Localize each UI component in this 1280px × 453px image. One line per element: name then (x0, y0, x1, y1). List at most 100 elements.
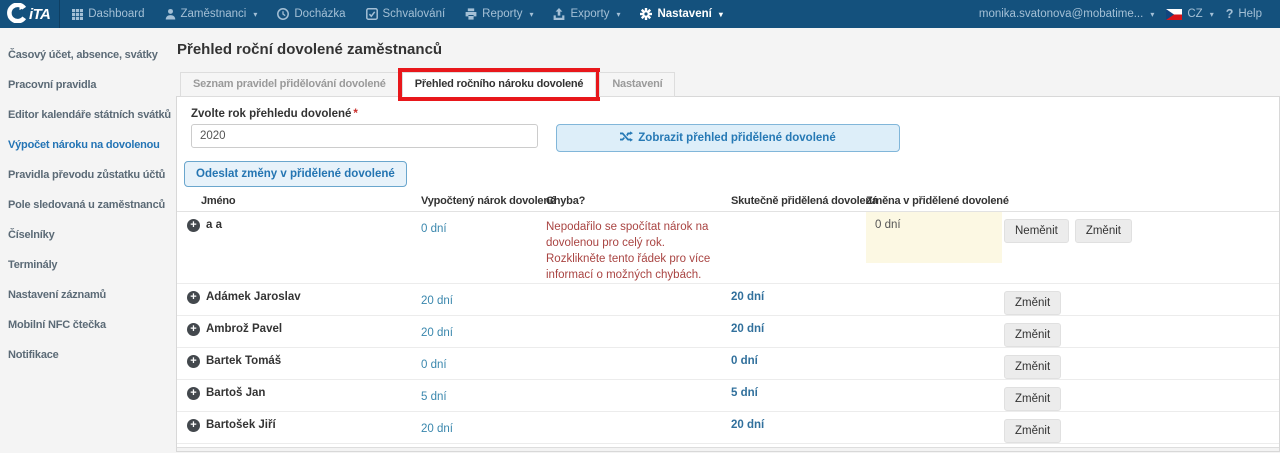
chevron-down-icon: ▾ (1150, 10, 1154, 19)
sidebar-item-enumerations[interactable]: Číselníky (0, 220, 176, 250)
nav-item-settings[interactable]: Nastavení ▾ (630, 0, 732, 28)
change-button[interactable]: Změnit (1004, 291, 1061, 315)
row-buttons: Změnit (1004, 284, 1279, 315)
change-cell (866, 380, 1004, 387)
table-row: + Bartošek Jiří 20 dní 20 dní Změnit (177, 412, 1279, 444)
row-buttons: Změnit (1004, 412, 1279, 443)
row-buttons: Změnit (1004, 316, 1279, 347)
column-header: Chyba? (546, 195, 731, 207)
change-button[interactable]: Změnit (1004, 355, 1061, 379)
tab-annual-entitlement[interactable]: Přehled ročního nároku dovolené (402, 72, 597, 97)
user-email-label: monika.svatonova@mobatime... (979, 8, 1143, 20)
change-button[interactable]: Změnit (1004, 323, 1061, 347)
sidebar-item-notifications[interactable]: Notifikace (0, 340, 176, 370)
gear-icon (640, 8, 652, 20)
nav-item-reports[interactable]: Reporty ▾ (455, 0, 543, 28)
nav-item-label: Reporty (482, 8, 522, 20)
keep-button[interactable]: Neměnit (1004, 219, 1069, 243)
employee-name: Adámek Jaroslav (206, 291, 301, 303)
actual-allocated-value: 0 dní (731, 348, 866, 367)
help-label: Help (1238, 8, 1262, 20)
sidebar: Časový účet, absence, svátkyPracovní pra… (0, 28, 176, 453)
logo-icon (7, 3, 27, 26)
app-logo[interactable]: iTA (0, 0, 60, 28)
tab-panel: ‹ Zvolte rok přehledu dovolené* (176, 96, 1280, 452)
change-button[interactable]: Změnit (1004, 387, 1061, 411)
sidebar-item-record-settings[interactable]: Nastavení záznamů (0, 280, 176, 310)
app-name: iTA (29, 6, 50, 23)
nav-item-label: Dashboard (88, 8, 144, 20)
sidebar-item-work-rules[interactable]: Pracovní pravidla (0, 70, 176, 100)
expand-row-icon[interactable]: + (187, 355, 200, 368)
actual-allocated-value: 20 dní (731, 316, 866, 335)
error-text (546, 348, 731, 355)
employee-name: Bartošek Jiří (206, 419, 276, 431)
change-cell: 0 dní (866, 212, 1002, 263)
nav-item-dashboard[interactable]: Dashboard (62, 0, 154, 28)
expand-row-icon[interactable]: + (187, 451, 200, 452)
table-row: + a a 0 dní Nepodařilo se spočítat nárok… (177, 212, 1279, 284)
expand-row-icon[interactable]: + (187, 219, 200, 232)
row-buttons: Změnit (1004, 380, 1279, 411)
table-body: + a a 0 dní Nepodařilo se spočítat nárok… (177, 212, 1279, 452)
change-button[interactable]: Změnit (1004, 419, 1061, 443)
nav-item-approvals[interactable]: Schvalování (356, 0, 456, 28)
error-text (546, 316, 731, 323)
actual-allocated-value: 20 dní (731, 284, 866, 303)
calculated-entitlement-link[interactable]: 20 dní (421, 327, 453, 339)
user-icon (165, 8, 176, 20)
calculated-entitlement-link[interactable]: 20 dní (421, 423, 453, 435)
calculated-entitlement-link[interactable]: 0 dní (421, 359, 447, 371)
change-button[interactable]: Změnit (1004, 451, 1061, 452)
chevron-down-icon: ▾ (253, 10, 257, 19)
nav-item-exports[interactable]: Exporty ▾ (543, 0, 630, 28)
table-row: + Adámek Jaroslav 20 dní 20 dní Změnit (177, 284, 1279, 316)
expand-row-icon[interactable]: + (187, 387, 200, 400)
sidebar-item-nfc-reader[interactable]: Mobilní NFC čtečka (0, 310, 176, 340)
help-link[interactable]: ? Help (1220, 7, 1268, 21)
chevron-down-icon: ▾ (529, 10, 533, 19)
actual-allocated-value (731, 212, 866, 219)
grid-icon (72, 9, 83, 20)
nav-item-employees[interactable]: Zaměstnanci ▾ (155, 0, 268, 28)
question-icon: ? (1226, 7, 1234, 21)
calculated-entitlement-link[interactable]: 20 dní (421, 295, 453, 307)
calculated-entitlement-link[interactable]: 5 dní (421, 391, 447, 403)
sidebar-item-time-account[interactable]: Časový účet, absence, svátky (0, 40, 176, 70)
employee-name: a a (206, 219, 222, 231)
employee-name: Beneda Boris (206, 451, 280, 452)
sidebar-item-holiday-calendar-editor[interactable]: Editor kalendáře státních svátků (0, 100, 176, 130)
check-icon (366, 8, 378, 20)
column-header: Změna v přidělené dovolené (866, 195, 1004, 207)
change-button[interactable]: Změnit (1075, 219, 1132, 243)
collapse-sidebar-toggle[interactable]: ‹ (176, 163, 177, 184)
sidebar-item-balance-transfer-rules[interactable]: Pravidla převodu zůstatku účtů (0, 160, 176, 190)
vacation-table: Jméno Vypočtený nárok dovolené Chyba? Sk… (177, 193, 1279, 452)
calculated-entitlement-link[interactable]: 0 dní (421, 223, 447, 235)
submit-changes-button[interactable]: Odeslat změny v přidělené dovolené (184, 161, 407, 187)
show-overview-button[interactable]: Zobrazit přehled přidělené dovolené (556, 124, 900, 152)
table-row: + Bartek Tomáš 0 dní 0 dní Změnit (177, 348, 1279, 380)
chevron-down-icon: ▾ (1210, 10, 1214, 19)
change-cell (866, 412, 1004, 419)
printer-icon (465, 8, 477, 20)
sidebar-item-employee-fields[interactable]: Pole sledovaná u zaměstnanců (0, 190, 176, 220)
tab-settings[interactable]: Nastavení (599, 72, 675, 97)
chevron-down-icon: ▾ (616, 10, 620, 19)
expand-row-icon[interactable]: + (187, 323, 200, 336)
year-input[interactable] (191, 124, 538, 148)
error-text: Nepodařilo se spočítat nárok na dovoleno… (546, 212, 731, 283)
column-header: Vypočtený nárok dovolené (421, 195, 546, 207)
expand-row-icon[interactable]: + (187, 419, 200, 432)
language-label: CZ (1187, 8, 1202, 20)
language-menu[interactable]: CZ ▾ (1160, 8, 1219, 20)
chevron-down-icon: ▾ (719, 10, 723, 19)
nav-item-attendance[interactable]: Docházka (267, 0, 355, 28)
sidebar-item-vacation-entitlement[interactable]: Výpočet nároku na dovolenou (0, 130, 176, 160)
user-menu[interactable]: monika.svatonova@mobatime... ▾ (973, 8, 1160, 20)
navbar-right: monika.svatonova@mobatime... ▾ CZ ▾ ? He… (973, 0, 1280, 28)
expand-row-icon[interactable]: + (187, 291, 200, 304)
tab-rules-list[interactable]: Seznam pravidel přidělování dovolené (180, 72, 399, 97)
actual-allocated-value: 20 dní (731, 412, 866, 431)
sidebar-item-terminals[interactable]: Terminály (0, 250, 176, 280)
